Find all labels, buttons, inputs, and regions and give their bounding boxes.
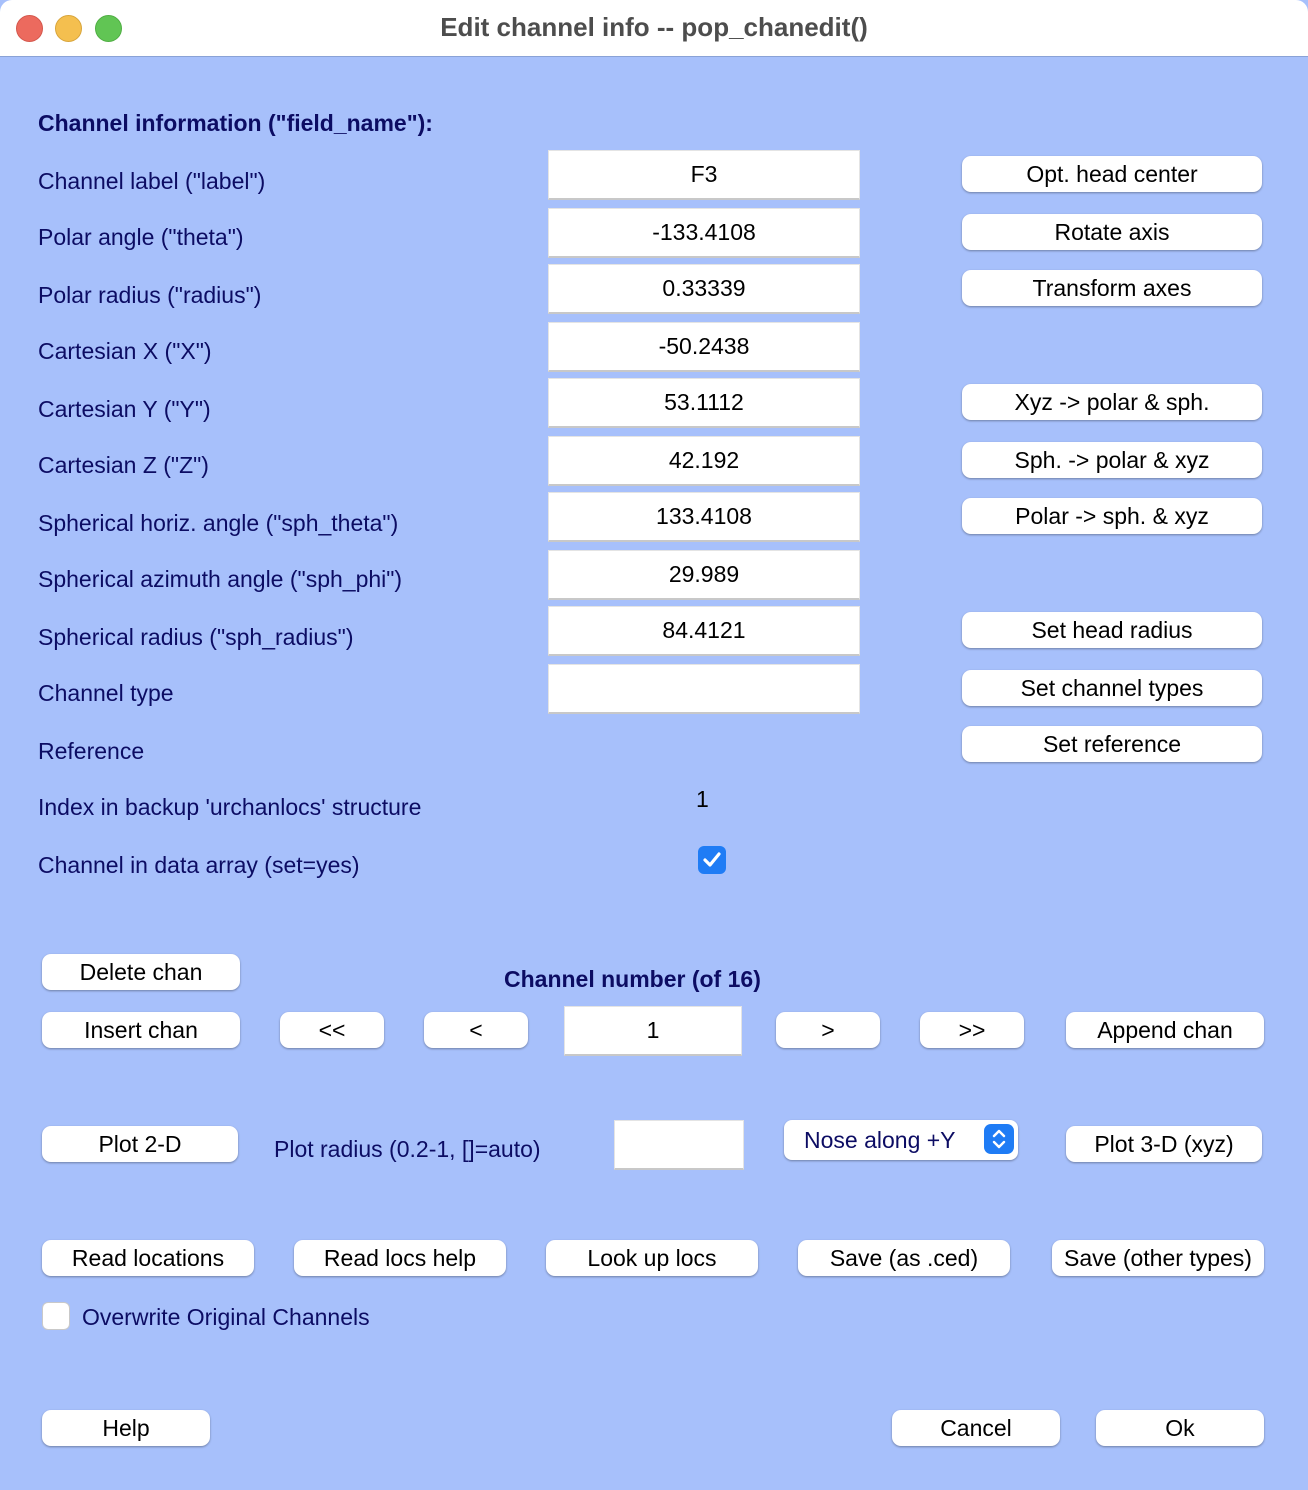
channel-number-input[interactable]: 1 <box>564 1006 742 1056</box>
sph-phi-input[interactable]: 29.989 <box>548 550 860 600</box>
plot-3d-button[interactable]: Plot 3-D (xyz) <box>1066 1126 1262 1162</box>
look-up-locs-button[interactable]: Look up locs <box>546 1240 758 1276</box>
previous-channel-button[interactable]: < <box>424 1012 528 1048</box>
plot-radius-label: Plot radius (0.2-1, []=auto) <box>274 1136 541 1162</box>
polar-angle-input[interactable]: -133.4108 <box>548 208 860 258</box>
insert-chan-button[interactable]: Insert chan <box>42 1012 240 1048</box>
label-channel-type: Channel type <box>38 680 174 706</box>
label-cartesian-z: Cartesian Z ("Z") <box>38 452 209 478</box>
nose-direction-select[interactable]: Nose along +Y <box>784 1120 1018 1160</box>
last-channel-button[interactable]: >> <box>920 1012 1024 1048</box>
label-cartesian-y: Cartesian Y ("Y") <box>38 396 211 422</box>
checkmark-icon <box>703 852 721 867</box>
ok-button[interactable]: Ok <box>1096 1410 1264 1446</box>
index-backup-value: 1 <box>696 786 709 812</box>
save-ced-button[interactable]: Save (as .ced) <box>798 1240 1010 1276</box>
channel-number-label: Channel number (of 16) <box>504 966 761 992</box>
first-channel-button[interactable]: << <box>280 1012 384 1048</box>
opt-head-center-button[interactable]: Opt. head center <box>962 156 1262 192</box>
rotate-axis-button[interactable]: Rotate axis <box>962 214 1262 250</box>
cartesian-x-input[interactable]: -50.2438 <box>548 322 860 372</box>
label-sph-theta: Spherical horiz. angle ("sph_theta") <box>38 510 399 536</box>
cartesian-z-input[interactable]: 42.192 <box>548 436 860 486</box>
append-chan-button[interactable]: Append chan <box>1066 1012 1264 1048</box>
label-index-backup: Index in backup 'urchanlocs' structure <box>38 794 422 820</box>
plot-radius-input[interactable] <box>614 1120 744 1170</box>
title-bar: Edit channel info -- pop_chanedit() <box>0 0 1308 57</box>
sph-to-polar-button[interactable]: Sph. -> polar & xyz <box>962 442 1262 478</box>
sph-theta-input[interactable]: 133.4108 <box>548 492 860 542</box>
nose-direction-value: Nose along +Y <box>804 1126 956 1153</box>
window-title: Edit channel info -- pop_chanedit() <box>440 12 868 42</box>
help-button[interactable]: Help <box>42 1410 210 1446</box>
channel-label-input[interactable]: F3 <box>548 150 860 200</box>
label-cartesian-x: Cartesian X ("X") <box>38 338 212 364</box>
transform-axes-button[interactable]: Transform axes <box>962 270 1262 306</box>
plot-2d-button[interactable]: Plot 2-D <box>42 1126 238 1162</box>
cancel-button[interactable]: Cancel <box>892 1410 1060 1446</box>
label-polar-angle: Polar angle ("theta") <box>38 224 244 250</box>
label-sph-phi: Spherical azimuth angle ("sph_phi") <box>38 566 403 592</box>
label-channel-in-data: Channel in data array (set=yes) <box>38 852 360 878</box>
section-header: Channel information ("field_name"): <box>38 110 433 136</box>
next-channel-button[interactable]: > <box>776 1012 880 1048</box>
set-head-radius-button[interactable]: Set head radius <box>962 612 1262 648</box>
cartesian-y-input[interactable]: 53.1112 <box>548 378 860 428</box>
channel-type-input[interactable] <box>548 664 860 714</box>
select-arrows-icon <box>984 1124 1014 1154</box>
set-channel-types-button[interactable]: Set channel types <box>962 670 1262 706</box>
read-locations-button[interactable]: Read locations <box>42 1240 254 1276</box>
overwrite-original-label: Overwrite Original Channels <box>82 1304 370 1330</box>
overwrite-original-checkbox[interactable] <box>42 1302 70 1330</box>
label-channel-label: Channel label ("label") <box>38 168 266 194</box>
label-reference: Reference <box>38 738 145 764</box>
polar-to-sph-button[interactable]: Polar -> sph. & xyz <box>962 498 1262 534</box>
channel-in-data-checkbox[interactable] <box>698 846 726 874</box>
label-sph-radius: Spherical radius ("sph_radius") <box>38 624 354 650</box>
xyz-to-polar-button[interactable]: Xyz -> polar & sph. <box>962 384 1262 420</box>
delete-chan-button[interactable]: Delete chan <box>42 954 240 990</box>
label-polar-radius: Polar radius ("radius") <box>38 282 262 308</box>
sph-radius-input[interactable]: 84.4121 <box>548 606 860 656</box>
set-reference-button[interactable]: Set reference <box>962 726 1262 762</box>
read-locs-help-button[interactable]: Read locs help <box>294 1240 506 1276</box>
polar-radius-input[interactable]: 0.33339 <box>548 264 860 314</box>
save-other-types-button[interactable]: Save (other types) <box>1052 1240 1264 1276</box>
